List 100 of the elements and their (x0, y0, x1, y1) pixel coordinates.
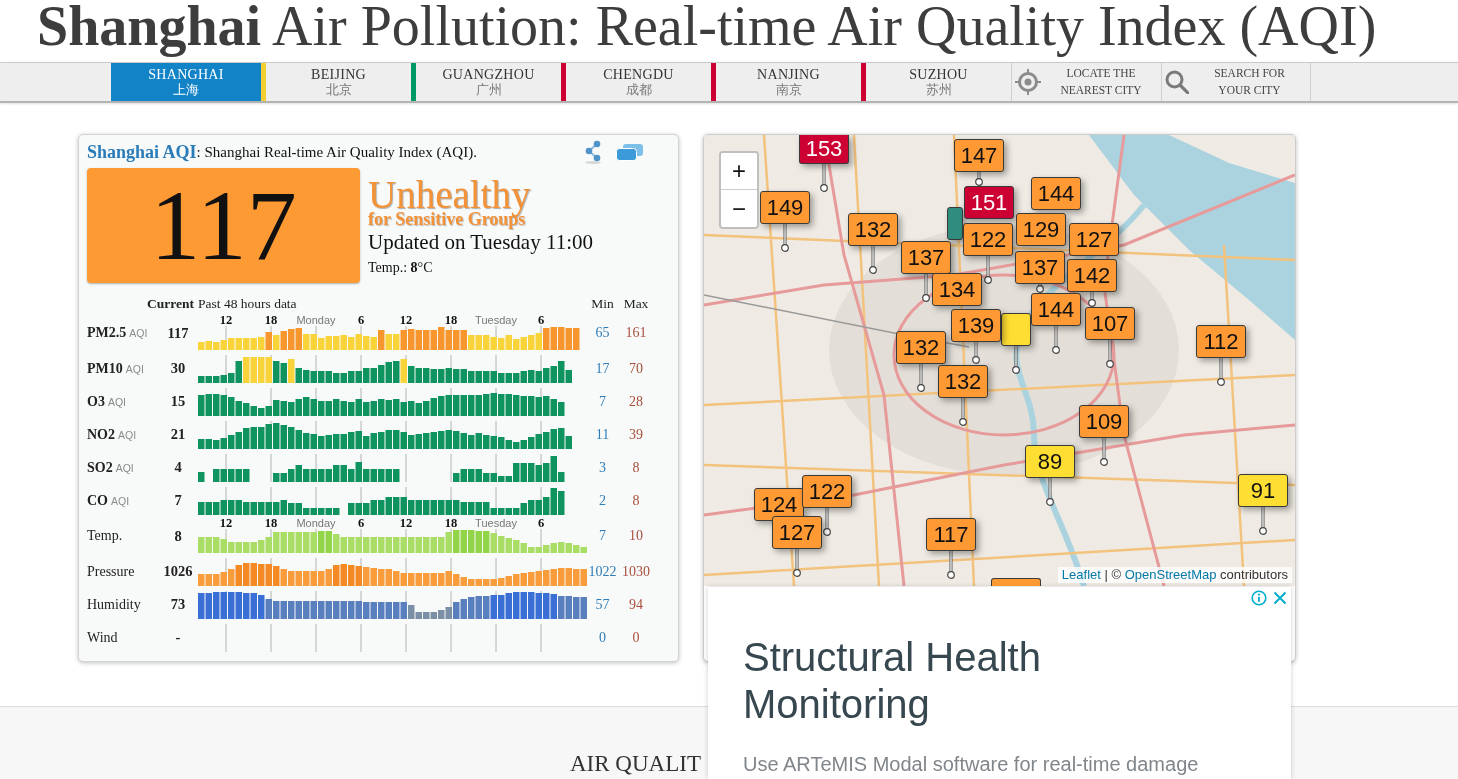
aqi-marker[interactable]: 91 (1238, 474, 1288, 507)
stacked-windows-icon[interactable] (616, 143, 643, 161)
city-tab[interactable]: CHENGDU 成都 (561, 63, 711, 101)
search-icon (1165, 70, 1189, 94)
aqi-marker[interactable]: 144 (1031, 293, 1081, 326)
aqi-marker[interactable]: 107 (1085, 307, 1135, 340)
share-icon[interactable] (584, 140, 602, 164)
axis-label: Tuesday (475, 314, 517, 326)
max-value: 8 (632, 492, 640, 509)
min-value: 2 (599, 492, 606, 509)
info-icon[interactable] (1251, 590, 1267, 606)
marker-pin-icon (1052, 326, 1060, 354)
marker-pin-icon (975, 172, 983, 186)
axis-label: 12 (399, 517, 413, 529)
aqi-marker[interactable]: 122 (802, 475, 852, 508)
aqi-marker[interactable]: 137 (901, 241, 951, 274)
unit-label: AQI (115, 461, 134, 474)
axis-label: 18 (264, 314, 278, 326)
temperature-text: Temp.: 8°C (368, 259, 433, 277)
ad-title: Structural Health Monitoring (743, 634, 1042, 728)
card-title: Shanghai AQI (87, 141, 197, 163)
aqi-marker[interactable]: 127 (1069, 223, 1119, 256)
aqi-marker[interactable]: 109 (1079, 405, 1129, 438)
min-value: 7 (599, 528, 606, 544)
axis-label: 18 (444, 517, 458, 529)
city-tab[interactable]: BEIJING 北京 (261, 63, 411, 101)
axis-label: 12 (219, 517, 233, 529)
column-header: Max (623, 297, 649, 311)
aqi-marker[interactable]: 134 (932, 273, 982, 306)
measure-name: Temp. (87, 528, 123, 544)
attribution-link[interactable]: OpenStreetMap (1124, 567, 1217, 582)
aqi-marker[interactable]: 132 (896, 331, 946, 364)
locate-city-button[interactable]: LOCATE THE NEAREST CITY (1011, 63, 1161, 101)
page-title: Shanghai Air Pollution: Real-time Air Quality Index (AQI) (36, 0, 1378, 59)
aqi-marker[interactable]: 151 (964, 186, 1014, 219)
unit-label: AQI (125, 362, 144, 375)
marker-pin-icon (1217, 358, 1225, 386)
marker-pin-icon (917, 364, 925, 392)
marker-pin-icon (1106, 340, 1114, 368)
pollutant-name: SO2 (87, 459, 113, 476)
max-value: 94 (629, 596, 643, 613)
aqi-marker[interactable]: 122 (963, 223, 1013, 256)
map-marker-icon[interactable] (1001, 313, 1031, 346)
measure-name: Pressure (87, 563, 135, 580)
axis-label: 6 (357, 517, 365, 529)
marker-pin-icon (1012, 346, 1020, 374)
measure-name: Wind (87, 629, 118, 646)
min-value: 7 (599, 393, 606, 410)
aqi-marker[interactable]: 144 (1031, 177, 1081, 210)
aqi-marker[interactable]: 149 (760, 191, 810, 224)
aqi-marker[interactable]: 129 (1016, 213, 1066, 246)
axis-label: Monday (296, 517, 336, 529)
axis-label: 18 (264, 517, 278, 529)
current-value: - (175, 629, 181, 646)
aqi-marker[interactable]: 147 (954, 139, 1004, 172)
current-value: 7 (174, 492, 182, 509)
aqi-marker[interactable]: 132 (848, 213, 898, 246)
aqi-marker[interactable]: 139 (951, 309, 1001, 342)
aqi-marker[interactable]: 153 (799, 135, 849, 164)
city-tab[interactable]: SHANGHAI 上海 (111, 63, 261, 101)
max-value: 161 (625, 325, 647, 341)
city-tab[interactable]: SUZHOU 苏州 (861, 63, 1011, 101)
marker-pin-icon (1046, 478, 1054, 506)
aqi-marker[interactable]: 112 (1196, 325, 1246, 358)
aqi-marker[interactable]: 117 (926, 518, 976, 551)
current-value: 73 (170, 596, 186, 613)
pollutant-name: CO (87, 492, 108, 509)
pollutant-name: NO2 (87, 426, 115, 443)
marker-pin-icon (820, 164, 828, 192)
marker-pin-icon (1100, 438, 1108, 466)
current-value: 30 (170, 360, 186, 377)
current-value: 4 (174, 459, 182, 476)
min-value: 57 (595, 596, 610, 613)
column-header: Min (591, 297, 614, 311)
marker-pin-icon (781, 224, 789, 252)
map-marker-icon[interactable] (947, 207, 963, 240)
aqi-marker[interactable]: 142 (1067, 259, 1117, 292)
section-heading: AIR QUALIT (570, 750, 701, 778)
min-value: 3 (599, 459, 606, 476)
min-value: 0 (599, 629, 606, 646)
current-value: 8 (174, 527, 182, 545)
aqi-marker[interactable]: 132 (938, 365, 988, 398)
unit-label: AQI (118, 428, 137, 441)
min-value: 17 (595, 360, 610, 377)
attribution-link[interactable]: Leaflet (1061, 567, 1101, 582)
aqi-marker[interactable]: 89 (1025, 445, 1075, 478)
close-icon[interactable] (1273, 591, 1287, 605)
search-city-button[interactable]: SEARCH FOR YOUR CITY (1161, 63, 1311, 101)
axis-label: 12 (399, 314, 413, 326)
min-value: 1022 (588, 563, 617, 580)
map-marker-icon[interactable] (991, 578, 1041, 586)
city-tab[interactable]: GUANGZHOU 广州 (411, 63, 561, 101)
axis-label: Monday (296, 314, 336, 326)
min-value: 65 (595, 325, 610, 341)
aqi-marker[interactable]: 137 (1015, 251, 1065, 284)
aqi-marker[interactable]: 127 (772, 516, 822, 549)
axis-label: Tuesday (475, 517, 517, 529)
zoom-in-button[interactable]: + (721, 153, 757, 190)
city-tab[interactable]: NANJING 南京 (711, 63, 861, 101)
current-value: 1026 (163, 563, 193, 580)
